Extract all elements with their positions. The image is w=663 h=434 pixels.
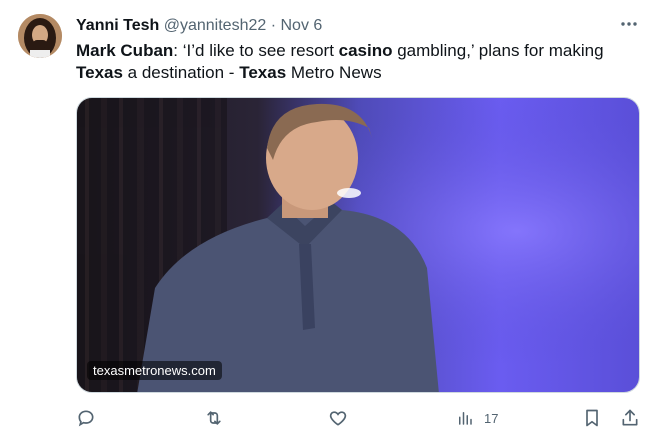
share-icon [622,409,638,426]
reply-icon [78,410,94,427]
views-count: 17 [484,410,499,426]
link-card-image[interactable]: texasmetronews.com [76,97,640,393]
tweet[interactable]: Yanni Tesh @yannitesh22 · Nov 6 Mark Cub… [0,0,663,434]
share-button[interactable] [620,406,640,430]
text-part: Texas [239,63,287,82]
text-part: a destination - [122,63,240,82]
views-button[interactable]: 17 [456,406,498,430]
tweet-text: Mark Cuban: ‘I’d like to see resort casi… [76,40,636,84]
retweet-icon [207,411,221,425]
display-name[interactable]: Yanni Tesh [76,17,159,34]
bookmark-button[interactable] [582,406,602,430]
retweet-button[interactable] [204,406,224,430]
card-photo [77,98,639,392]
text-part: gambling,’ plans for making [392,41,604,60]
views-chart-icon [459,412,472,425]
more-button[interactable] [617,14,641,34]
card-domain: texasmetronews.com [87,361,222,380]
bookmark-icon [586,409,598,427]
text-part: Metro News [286,63,382,82]
text-part: Mark Cuban [76,41,174,60]
action-bar: 17 [76,406,644,430]
user-handle[interactable]: @yannitesh22 [164,17,267,34]
reply-button[interactable] [76,406,96,430]
heart-icon [329,411,347,426]
more-dots-icon [621,22,637,26]
tweet-date[interactable]: Nov 6 [281,17,323,34]
avatar[interactable] [18,14,62,58]
text-part: Texas [76,63,123,82]
tweet-header: Yanni Tesh @yannitesh22 · Nov 6 [76,16,322,36]
like-button[interactable] [328,406,348,430]
text-part: casino [338,41,393,60]
text-part: : ‘I’d like to see resort [173,41,339,60]
header-separator: · [270,17,277,34]
